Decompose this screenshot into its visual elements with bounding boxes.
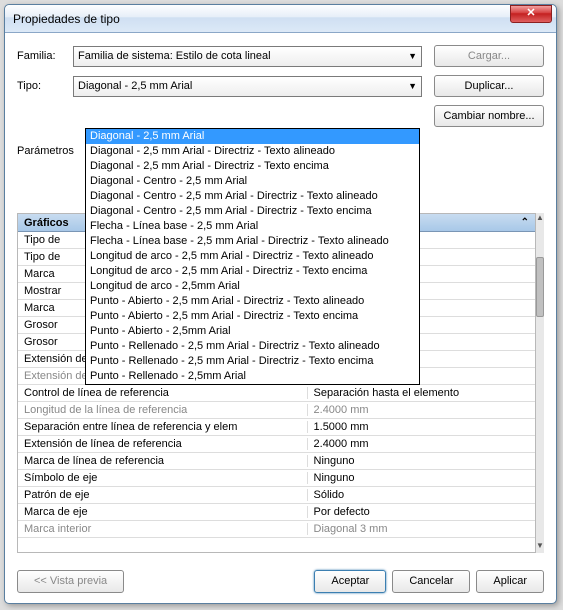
type-option[interactable]: Longitud de arco - 2,5mm Arial [86,279,419,294]
collapse-icon[interactable]: ⌃ [521,217,529,228]
scrollbar-thumb[interactable] [536,257,544,317]
load-button: Cargar... [434,45,544,67]
rename-row: Cambiar nombre... [17,105,544,127]
type-row: Tipo: Diagonal - 2,5 mm Arial ▼ Duplicar… [17,75,544,97]
param-label: Símbolo de eje [18,472,308,484]
chevron-down-icon: ▼ [408,81,417,91]
param-value[interactable]: Sólido [308,489,535,501]
rename-button[interactable]: Cambiar nombre... [434,105,544,127]
cancel-button[interactable]: Cancelar [392,570,470,593]
param-row[interactable]: Símbolo de ejeNinguno [18,470,535,487]
param-label: Extensión de línea de referencia [18,438,308,450]
type-option[interactable]: Diagonal - 2,5 mm Arial [86,129,419,144]
family-row: Familia: Familia de sistema: Estilo de c… [17,45,544,67]
type-option[interactable]: Diagonal - Centro - 2,5 mm Arial - Direc… [86,189,419,204]
scroll-up-icon[interactable]: ▲ [536,213,544,225]
chevron-down-icon: ▼ [408,51,417,61]
param-value[interactable]: 2.4000 mm [308,438,535,450]
param-row[interactable]: Patrón de ejeSólido [18,487,535,504]
type-option[interactable]: Punto - Rellenado - 2,5 mm Arial - Direc… [86,339,419,354]
param-label: Control de línea de referencia [18,387,308,399]
type-select[interactable]: Diagonal - 2,5 mm Arial ▼ [73,76,422,97]
type-option[interactable]: Punto - Abierto - 2,5 mm Arial - Directr… [86,309,419,324]
type-option[interactable]: Punto - Rellenado - 2,5mm Arial [86,369,419,384]
param-value[interactable]: Ninguno [308,455,535,467]
dialog-window: Propiedades de tipo ✕ Familia: Familia d… [4,4,557,604]
type-option[interactable]: Flecha - Línea base - 2,5 mm Arial - Dir… [86,234,419,249]
type-option[interactable]: Diagonal - 2,5 mm Arial - Directriz - Te… [86,159,419,174]
param-row[interactable]: Extensión de línea de referencia2.4000 m… [18,436,535,453]
family-value: Familia de sistema: Estilo de cota linea… [78,50,271,62]
scroll-down-icon[interactable]: ▼ [536,541,544,553]
type-dropdown-list[interactable]: Diagonal - 2,5 mm ArialDiagonal - 2,5 mm… [85,128,420,385]
type-value: Diagonal - 2,5 mm Arial [78,80,192,92]
param-label: Marca de eje [18,506,308,518]
param-label: Marca de línea de referencia [18,455,308,467]
apply-button[interactable]: Aplicar [476,570,544,593]
family-select[interactable]: Familia de sistema: Estilo de cota linea… [73,46,422,67]
param-value[interactable]: 2.4000 mm [308,404,535,416]
scrollbar[interactable]: ▲ ▼ [536,213,544,553]
dialog-body: Familia: Familia de sistema: Estilo de c… [5,33,556,603]
type-option[interactable]: Longitud de arco - 2,5 mm Arial - Direct… [86,249,419,264]
param-value[interactable]: Por defecto [308,506,535,518]
dialog-footer: << Vista previa Aceptar Cancelar Aplicar [17,570,544,593]
param-value[interactable]: Separación hasta el elemento [308,387,535,399]
close-button[interactable]: ✕ [510,5,552,23]
param-value[interactable]: Ninguno [308,472,535,484]
ok-button[interactable]: Aceptar [314,570,386,593]
param-row[interactable]: Marca de línea de referenciaNinguno [18,453,535,470]
param-row[interactable]: Marca interiorDiagonal 3 mm [18,521,535,538]
param-label: Separación entre línea de referencia y e… [18,421,308,433]
duplicate-button[interactable]: Duplicar... [434,75,544,97]
type-option[interactable]: Flecha - Línea base - 2,5 mm Arial [86,219,419,234]
param-row[interactable]: Control de línea de referenciaSeparación… [18,385,535,402]
type-option[interactable]: Diagonal - Centro - 2,5 mm Arial - Direc… [86,204,419,219]
param-value[interactable]: Diagonal 3 mm [308,523,535,535]
titlebar[interactable]: Propiedades de tipo ✕ [5,5,556,33]
type-option[interactable]: Punto - Abierto - 2,5 mm Arial - Directr… [86,294,419,309]
param-value[interactable]: 1.5000 mm [308,421,535,433]
param-label: Patrón de eje [18,489,308,501]
group-header-label: Gráficos [24,217,69,229]
window-title: Propiedades de tipo [13,12,510,26]
type-option[interactable]: Punto - Rellenado - 2,5 mm Arial - Direc… [86,354,419,369]
family-label: Familia: [17,50,73,62]
param-label: Marca interior [18,523,308,535]
type-option[interactable]: Diagonal - 2,5 mm Arial - Directriz - Te… [86,144,419,159]
param-row[interactable]: Longitud de la línea de referencia2.4000… [18,402,535,419]
preview-button[interactable]: << Vista previa [17,570,124,593]
param-row[interactable]: Marca de ejePor defecto [18,504,535,521]
type-option[interactable]: Punto - Abierto - 2,5mm Arial [86,324,419,339]
type-option[interactable]: Diagonal - Centro - 2,5 mm Arial [86,174,419,189]
type-label: Tipo: [17,80,73,92]
param-label: Longitud de la línea de referencia [18,404,308,416]
type-option[interactable]: Longitud de arco - 2,5 mm Arial - Direct… [86,264,419,279]
param-row[interactable]: Separación entre línea de referencia y e… [18,419,535,436]
